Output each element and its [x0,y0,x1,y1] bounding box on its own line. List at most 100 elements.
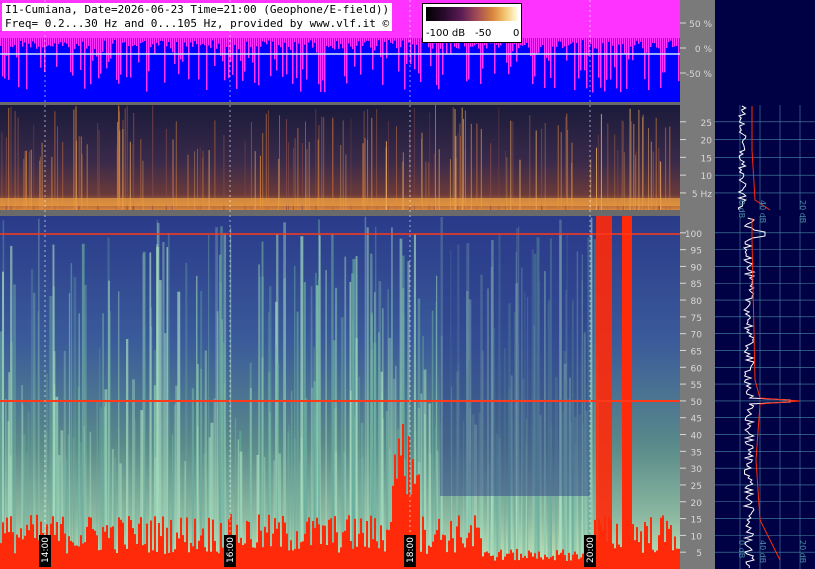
main-streak [200,290,203,569]
red-band-segment [308,517,310,569]
red-band-segment [300,542,302,569]
main-streak [431,310,434,569]
spectrogram-figure: 50 %0 %-50 %252015105 Hz1009590858075706… [0,0,815,569]
red-band-segment [88,516,90,569]
amplitude-spike [534,38,536,77]
red-band-segment [512,552,514,569]
amplitude-spike [286,38,288,75]
low-freq-streak [463,118,464,210]
red-band-segment [542,559,544,569]
low-freq-streak [350,118,352,210]
amplitude-spike [168,38,170,42]
amplitude-spike [570,38,572,44]
red-band-segment [506,553,508,569]
red-band-segment [646,526,648,569]
amplitude-spike [644,38,646,80]
time-tick-label: 18:00 [406,537,416,563]
amplitude-spike [620,38,622,93]
amplitude-spike [606,38,608,80]
red-band-segment [190,542,192,569]
amplitude-spike [92,38,94,61]
amplitude-spike [54,38,56,44]
amplitude-spike [126,38,128,78]
red-band-segment [510,549,512,569]
red-band-segment [528,550,530,569]
red-band-segment [60,524,62,569]
red-band-segment [430,547,432,569]
red-band-segment [6,517,8,569]
amplitude-spike [494,38,496,74]
main-streak [294,265,296,569]
amplitude-spike [596,38,598,49]
red-band-segment [114,549,116,569]
red-band-segment [562,549,564,569]
red-band-segment [82,543,84,569]
amplitude-spike [328,38,330,48]
amplitude-spike [300,38,302,92]
low-freq-band [0,198,680,206]
low-freq-streak [498,107,500,210]
amplitude-spike [18,38,20,88]
amplitude-spike [586,38,588,89]
amplitude-spike [632,38,634,61]
amplitude-spike [330,38,332,47]
amplitude-spike [642,38,644,49]
red-band-segment [86,526,88,569]
amplitude-spike [46,38,48,47]
red-band-segment [378,548,380,569]
red-band-segment [62,516,64,569]
red-band-segment [332,542,334,569]
amplitude-spike [6,38,8,56]
main-tick-label: 70 [691,331,703,341]
red-band-segment [176,532,178,569]
amplitude-spike [170,38,172,49]
red-band-segment [550,557,552,569]
red-band-segment [642,552,644,569]
colorbar: -100 dB -50 0 [422,3,522,43]
red-band-segment [380,525,382,569]
red-band-segment [326,545,328,569]
amplitude-spike [638,38,640,44]
red-band-segment [672,550,674,569]
low-freq-streak [363,111,365,210]
amplitude-spike [408,38,410,43]
amplitude-spike [232,38,234,75]
amplitude-spike [34,38,36,44]
amplitude-spike [578,38,580,79]
amplitude-spike [438,38,440,90]
amplitude-spike [140,38,142,44]
amplitude-spike [646,38,648,53]
red-band-segment [216,551,218,569]
red-band-segment [118,517,120,569]
low-freq-streak [315,108,317,210]
main-streak [70,263,73,569]
amplitude-spike [358,38,360,42]
red-band-segment [248,521,250,569]
main-streak [177,291,181,569]
red-band-segment [428,545,430,569]
red-band-segment [416,475,418,569]
red-band-segment [218,553,220,569]
amplitude-spike [636,38,638,41]
amplitude-spike [418,38,420,74]
amplitude-spike [228,38,230,79]
red-band-segment [470,525,472,569]
low-freq-streak [332,117,334,210]
amplitude-spike [320,38,322,92]
red-band-segment [522,557,524,569]
red-band-segment [64,533,66,569]
main-streak [344,256,347,569]
amplitude-spike [100,38,102,74]
low-freq-streak [133,112,135,210]
main-streak [364,216,367,569]
amplitude-spike [82,38,84,42]
amplitude-spike [282,38,284,77]
amplitude-spike [480,38,482,84]
red-band-segment [632,524,634,569]
red-band-segment [650,517,652,569]
amplitude-spike [116,38,118,80]
amplitude-spike [364,38,366,43]
red-band-segment [94,530,96,569]
red-band-segment [524,555,526,569]
amplitude-spike [354,38,356,67]
